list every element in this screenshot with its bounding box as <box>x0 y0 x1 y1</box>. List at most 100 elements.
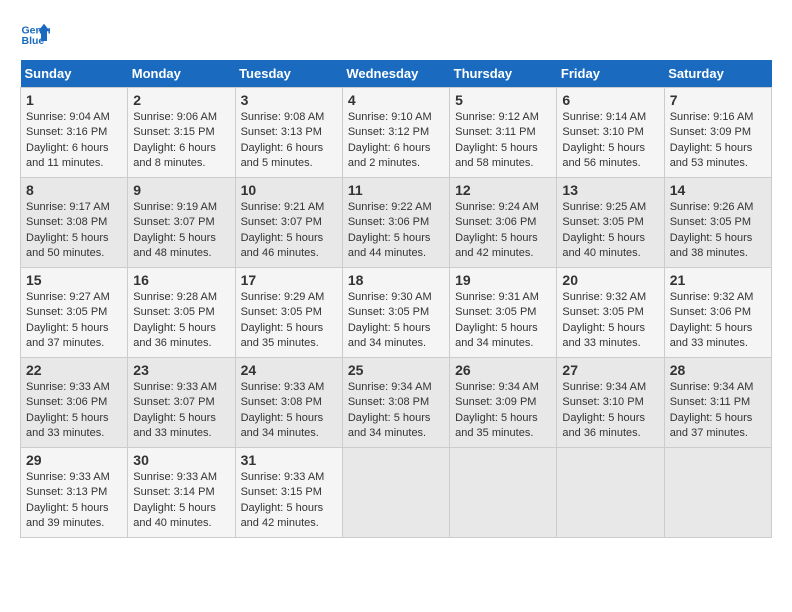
day-cell: 14 Sunrise: 9:26 AMSunset: 3:05 PMDayligh… <box>664 178 771 268</box>
day-number: 23 <box>133 362 229 378</box>
day-cell <box>664 448 771 538</box>
day-cell: 26Sunrise: 9:34 AMSunset: 3:09 PMDayligh… <box>450 358 557 448</box>
day-number: 15 <box>26 272 122 288</box>
day-cell: 15 Sunrise: 9:27 AMSunset: 3:05 PMDayligh… <box>21 268 128 358</box>
day-number: 31 <box>241 452 337 468</box>
day-cell <box>342 448 449 538</box>
day-cell: 16 Sunrise: 9:28 AMSunset: 3:05 PMDayligh… <box>128 268 235 358</box>
day-cell: 20 Sunrise: 9:32 AMSunset: 3:05 PMDayligh… <box>557 268 664 358</box>
day-info: Sunrise: 9:32 AMSunset: 3:05 PMDaylight:… <box>562 290 658 352</box>
day-number: 2 <box>133 92 229 108</box>
day-info: Sunrise: 9:34 AMSunset: 3:11 PMDaylight:… <box>670 380 766 442</box>
day-cell: 13 Sunrise: 9:25 AMSunset: 3:05 PMDayligh… <box>557 178 664 268</box>
day-info: Sunrise: 9:14 AMSunset: 3:10 PMDaylight:… <box>562 110 658 172</box>
day-info: Sunrise: 9:33 AMSunset: 3:15 PMDaylight:… <box>241 470 337 532</box>
col-header-thursday: Thursday <box>450 60 557 88</box>
day-info: Sunrise: 9:12 AMSunset: 3:11 PMDaylight:… <box>455 110 551 172</box>
day-info: Sunrise: 9:21 AMSunset: 3:07 PMDaylight:… <box>241 200 337 262</box>
day-info: Sunrise: 9:10 AMSunset: 3:12 PMDaylight:… <box>348 110 444 172</box>
day-cell: 11 Sunrise: 9:22 AMSunset: 3:06 PMDayligh… <box>342 178 449 268</box>
day-info: Sunrise: 9:16 AMSunset: 3:09 PMDaylight:… <box>670 110 766 172</box>
week-row-2: 8 Sunrise: 9:17 AMSunset: 3:08 PMDaylight… <box>21 178 772 268</box>
day-number: 26 <box>455 362 551 378</box>
day-number: 29 <box>26 452 122 468</box>
week-row-3: 15 Sunrise: 9:27 AMSunset: 3:05 PMDayligh… <box>21 268 772 358</box>
day-info: Sunrise: 9:32 AMSunset: 3:06 PMDaylight:… <box>670 290 766 352</box>
day-info: Sunrise: 9:33 AMSunset: 3:13 PMDaylight:… <box>26 470 122 532</box>
day-info: Sunrise: 9:08 AMSunset: 3:13 PMDaylight:… <box>241 110 337 172</box>
day-number: 22 <box>26 362 122 378</box>
day-number: 1 <box>26 92 122 108</box>
day-info: Sunrise: 9:27 AMSunset: 3:05 PMDaylight:… <box>26 290 122 352</box>
day-info: Sunrise: 9:33 AMSunset: 3:14 PMDaylight:… <box>133 470 229 532</box>
day-number: 21 <box>670 272 766 288</box>
day-info: Sunrise: 9:28 AMSunset: 3:05 PMDaylight:… <box>133 290 229 352</box>
day-number: 3 <box>241 92 337 108</box>
day-number: 6 <box>562 92 658 108</box>
day-info: Sunrise: 9:26 AMSunset: 3:05 PMDaylight:… <box>670 200 766 262</box>
calendar-table: SundayMondayTuesdayWednesdayThursdayFrid… <box>20 60 772 538</box>
col-header-saturday: Saturday <box>664 60 771 88</box>
day-number: 12 <box>455 182 551 198</box>
day-info: Sunrise: 9:25 AMSunset: 3:05 PMDaylight:… <box>562 200 658 262</box>
day-cell: 18 Sunrise: 9:30 AMSunset: 3:05 PMDayligh… <box>342 268 449 358</box>
day-cell: 5Sunrise: 9:12 AMSunset: 3:11 PMDaylight… <box>450 88 557 178</box>
day-info: Sunrise: 9:34 AMSunset: 3:10 PMDaylight:… <box>562 380 658 442</box>
day-info: Sunrise: 9:31 AMSunset: 3:05 PMDaylight:… <box>455 290 551 352</box>
day-number: 16 <box>133 272 229 288</box>
day-info: Sunrise: 9:24 AMSunset: 3:06 PMDaylight:… <box>455 200 551 262</box>
col-header-wednesday: Wednesday <box>342 60 449 88</box>
day-number: 13 <box>562 182 658 198</box>
day-number: 4 <box>348 92 444 108</box>
day-cell: 19Sunrise: 9:31 AMSunset: 3:05 PMDayligh… <box>450 268 557 358</box>
day-info: Sunrise: 9:04 AMSunset: 3:16 PMDaylight:… <box>26 110 122 172</box>
day-number: 28 <box>670 362 766 378</box>
col-header-friday: Friday <box>557 60 664 88</box>
day-info: Sunrise: 9:06 AMSunset: 3:15 PMDaylight:… <box>133 110 229 172</box>
day-info: Sunrise: 9:30 AMSunset: 3:05 PMDaylight:… <box>348 290 444 352</box>
day-info: Sunrise: 9:34 AMSunset: 3:08 PMDaylight:… <box>348 380 444 442</box>
day-cell: 3 Sunrise: 9:08 AMSunset: 3:13 PMDaylight… <box>235 88 342 178</box>
calendar-header-row: SundayMondayTuesdayWednesdayThursdayFrid… <box>21 60 772 88</box>
day-cell: 8 Sunrise: 9:17 AMSunset: 3:08 PMDaylight… <box>21 178 128 268</box>
day-cell: 10 Sunrise: 9:21 AMSunset: 3:07 PMDayligh… <box>235 178 342 268</box>
day-number: 11 <box>348 182 444 198</box>
day-info: Sunrise: 9:19 AMSunset: 3:07 PMDaylight:… <box>133 200 229 262</box>
page-header: General Blue <box>20 20 772 50</box>
day-info: Sunrise: 9:22 AMSunset: 3:06 PMDaylight:… <box>348 200 444 262</box>
day-number: 10 <box>241 182 337 198</box>
logo-icon: General Blue <box>20 20 50 50</box>
day-cell: 29 Sunrise: 9:33 AMSunset: 3:13 PMDayligh… <box>21 448 128 538</box>
day-info: Sunrise: 9:33 AMSunset: 3:06 PMDaylight:… <box>26 380 122 442</box>
day-cell: 27 Sunrise: 9:34 AMSunset: 3:10 PMDayligh… <box>557 358 664 448</box>
day-info: Sunrise: 9:29 AMSunset: 3:05 PMDaylight:… <box>241 290 337 352</box>
day-cell: 17 Sunrise: 9:29 AMSunset: 3:05 PMDayligh… <box>235 268 342 358</box>
day-number: 14 <box>670 182 766 198</box>
day-cell: 12 Sunrise: 9:24 AMSunset: 3:06 PMDayligh… <box>450 178 557 268</box>
svg-text:Blue: Blue <box>22 35 45 47</box>
day-info: Sunrise: 9:17 AMSunset: 3:08 PMDaylight:… <box>26 200 122 262</box>
week-row-5: 29 Sunrise: 9:33 AMSunset: 3:13 PMDayligh… <box>21 448 772 538</box>
week-row-1: 1 Sunrise: 9:04 AMSunset: 3:16 PMDaylight… <box>21 88 772 178</box>
day-number: 24 <box>241 362 337 378</box>
day-cell: 28 Sunrise: 9:34 AMSunset: 3:11 PMDayligh… <box>664 358 771 448</box>
day-cell: 1 Sunrise: 9:04 AMSunset: 3:16 PMDaylight… <box>21 88 128 178</box>
day-cell: 30 Sunrise: 9:33 AMSunset: 3:14 PMDayligh… <box>128 448 235 538</box>
col-header-tuesday: Tuesday <box>235 60 342 88</box>
day-number: 18 <box>348 272 444 288</box>
day-cell: 21 Sunrise: 9:32 AMSunset: 3:06 PMDayligh… <box>664 268 771 358</box>
day-number: 27 <box>562 362 658 378</box>
day-cell: 25 Sunrise: 9:34 AMSunset: 3:08 PMDayligh… <box>342 358 449 448</box>
col-header-monday: Monday <box>128 60 235 88</box>
day-number: 9 <box>133 182 229 198</box>
day-cell: 4 Sunrise: 9:10 AMSunset: 3:12 PMDaylight… <box>342 88 449 178</box>
day-cell: 31 Sunrise: 9:33 AMSunset: 3:15 PMDayligh… <box>235 448 342 538</box>
col-header-sunday: Sunday <box>21 60 128 88</box>
day-info: Sunrise: 9:33 AMSunset: 3:07 PMDaylight:… <box>133 380 229 442</box>
day-number: 17 <box>241 272 337 288</box>
day-cell: 2 Sunrise: 9:06 AMSunset: 3:15 PMDaylight… <box>128 88 235 178</box>
day-number: 25 <box>348 362 444 378</box>
day-number: 30 <box>133 452 229 468</box>
day-number: 8 <box>26 182 122 198</box>
day-number: 20 <box>562 272 658 288</box>
